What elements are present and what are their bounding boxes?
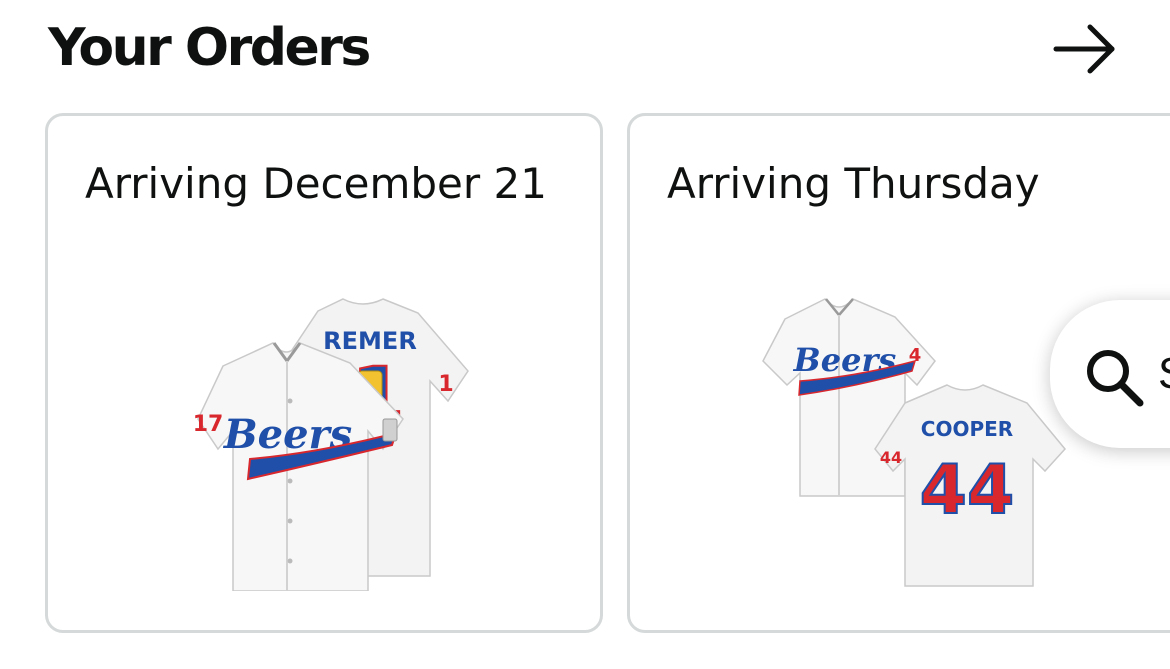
sleeve-number: 17 — [193, 412, 224, 437]
back-name: COOPER — [921, 417, 1013, 441]
arrival-status: Arriving Thursday — [667, 159, 1040, 208]
back-number: 44 — [920, 451, 1015, 530]
search-icon — [1087, 350, 1144, 407]
svg-text:4: 4 — [909, 345, 922, 366]
see-all-orders-button[interactable] — [1052, 22, 1118, 76]
product-image: Beers 4 COOPER 44 44 — [755, 291, 1075, 596]
product-image: REMER 1 1 Beers 17 — [178, 291, 478, 596]
orders-page: Your Orders Arriving December 21 REMER 1… — [0, 0, 1170, 669]
search-button-label: S — [1158, 348, 1170, 400]
arrival-status: Arriving December 21 — [85, 159, 547, 208]
sleeve-number: 44 — [880, 448, 902, 467]
baseball-jersey-image: Beers 4 COOPER 44 44 — [762, 298, 1066, 587]
order-card[interactable]: Arriving December 21 REMER 1 1 — [45, 113, 603, 633]
baseball-jersey-image: REMER 1 1 Beers 17 — [193, 298, 469, 592]
svg-text:1: 1 — [438, 372, 453, 397]
section-title: Your Orders — [48, 18, 371, 78]
arrow-right-icon — [1053, 24, 1115, 74]
search-button[interactable]: S — [1050, 300, 1170, 448]
